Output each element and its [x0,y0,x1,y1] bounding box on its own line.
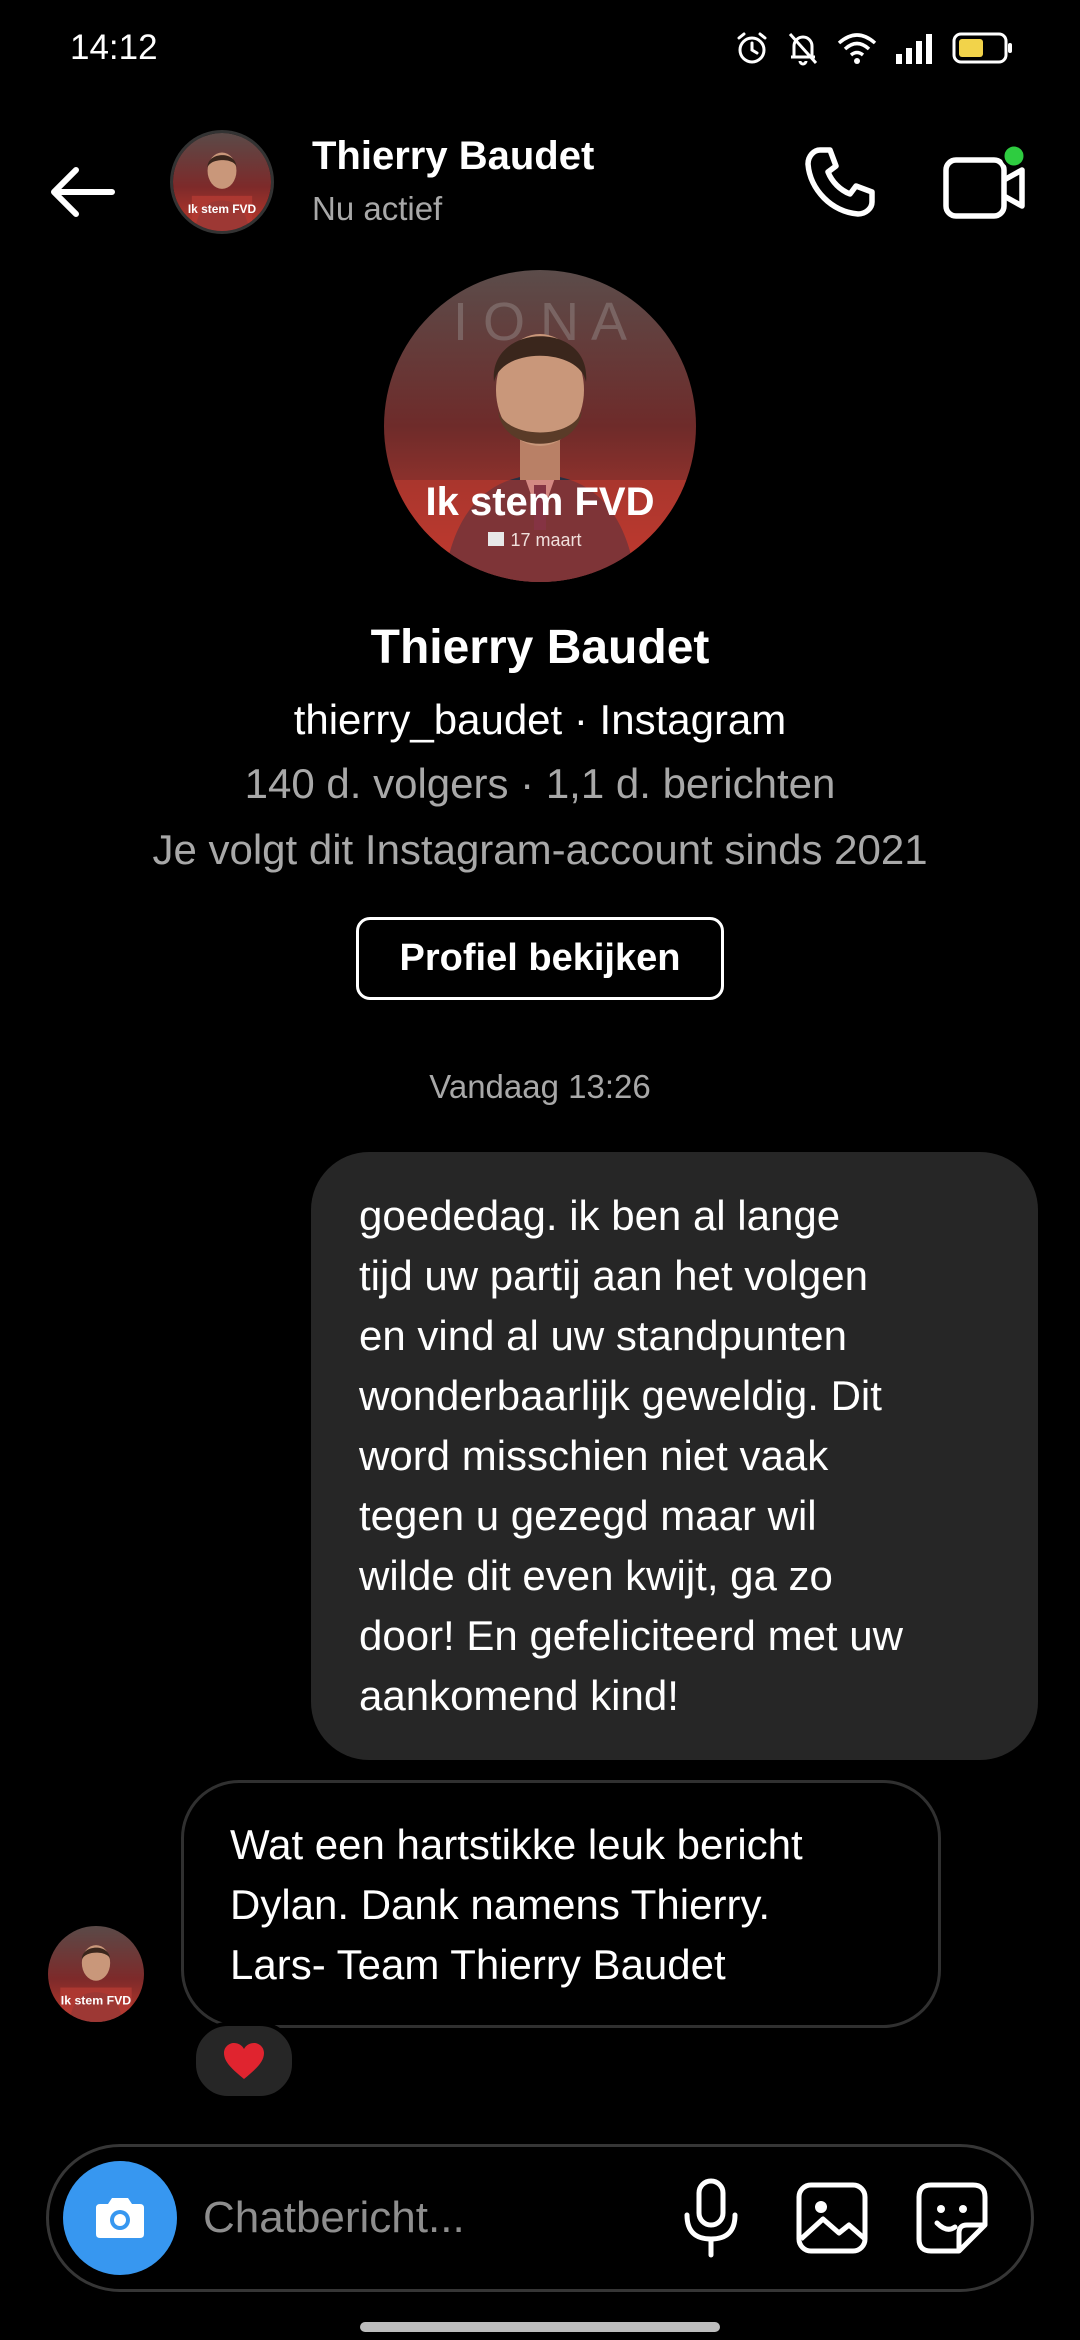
phone-icon [805,147,875,217]
message-line: door! En gefeliciteerd met uw [359,1612,903,1659]
gallery-button[interactable] [789,2175,875,2261]
sticker-icon [916,2182,988,2254]
online-dot [1001,143,1027,169]
message-line: Wat een hartstikke leuk bericht [230,1821,803,1868]
bell-muted-icon [788,32,818,66]
alarm-icon [737,32,767,64]
message-line: aankomend kind! [359,1672,679,1719]
avatar: Ik stem FVD [48,1926,144,2022]
message-line: word misschien niet vaak [359,1432,829,1479]
camera-button[interactable] [63,2161,177,2275]
message-line: goededag. ik ben al lange [359,1192,841,1239]
message-input[interactable]: Chatbericht... [203,2173,683,2263]
message-line: Dylan. Dank namens Thierry. [230,1881,770,1928]
profile-avatar[interactable]: I O N A Ik stem FVD 17 maart [384,270,696,582]
camera-icon [96,2198,144,2238]
avatar-caption: Ik stem FVD [61,1993,132,2007]
avatar: Ik stem FVD [173,133,271,231]
video-call-icon [943,143,1027,219]
profile-handle: thierry_baudet · Instagram [293,696,787,743]
header-avatar[interactable]: Ik stem FVD [170,130,274,234]
message-line: wilde dit even kwijt, ga zo [359,1552,833,1599]
view-profile-button[interactable]: Profiel bekijken [356,917,724,1000]
contact-name[interactable]: Thierry Baudet [312,134,594,179]
message-reaction[interactable] [192,2022,296,2100]
sticker-button[interactable] [909,2175,995,2261]
voice-message-button[interactable] [671,2175,751,2261]
microphone-icon [684,2178,738,2258]
profile-stats: 140 d. volgers · 1,1 d. berichten [244,760,836,807]
call-button[interactable] [800,142,880,222]
status-bar: 14:12 [0,0,1080,96]
profile-follow-since: Je volgt dit Instagram-account sinds 202… [152,826,928,873]
back-arrow-icon [51,167,115,217]
conversation-timestamp: Vandaag 13:26 [429,1068,651,1105]
video-call-button[interactable] [940,142,1030,226]
heart-icon [224,2043,264,2079]
avatar: I O N A Ik stem FVD 17 maart [384,270,696,582]
building-icon [488,532,504,546]
signal-icon [896,34,932,64]
contact-status: Nu actief [312,190,443,227]
message-line: en vind al uw standpunten [359,1312,848,1359]
home-indicator[interactable] [360,2322,720,2332]
status-icons [734,28,1014,68]
message-line: Lars- Team Thierry Baudet [230,1941,726,1988]
message-composer: Chatbericht... [46,2144,1034,2292]
sender-avatar[interactable]: Ik stem FVD [48,1926,144,2022]
wifi-icon [837,33,877,64]
avatar-date: 17 maart [510,530,581,550]
battery-icon [952,32,1012,64]
avatar-caption: Ik stem FVD [188,202,257,216]
status-time: 14:12 [70,28,158,67]
message-line: tijd uw partij aan het volgen [359,1252,868,1299]
chat-header: Ik stem FVD Thierry Baudet Nu actief [0,110,1080,260]
message-line: tegen u gezegd maar wil [359,1492,817,1539]
outgoing-message[interactable]: goededag. ik ben al lange tijd uw partij… [311,1152,1038,1760]
gallery-icon [796,2182,868,2254]
avatar-caption: Ik stem FVD [426,480,655,524]
incoming-message[interactable]: Wat een hartstikke leuk bericht Dylan. D… [181,1780,941,2028]
message-line: wonderbaarlijk geweldig. Dit [359,1372,882,1419]
back-button[interactable] [42,150,126,234]
profile-name: Thierry Baudet [370,621,710,674]
